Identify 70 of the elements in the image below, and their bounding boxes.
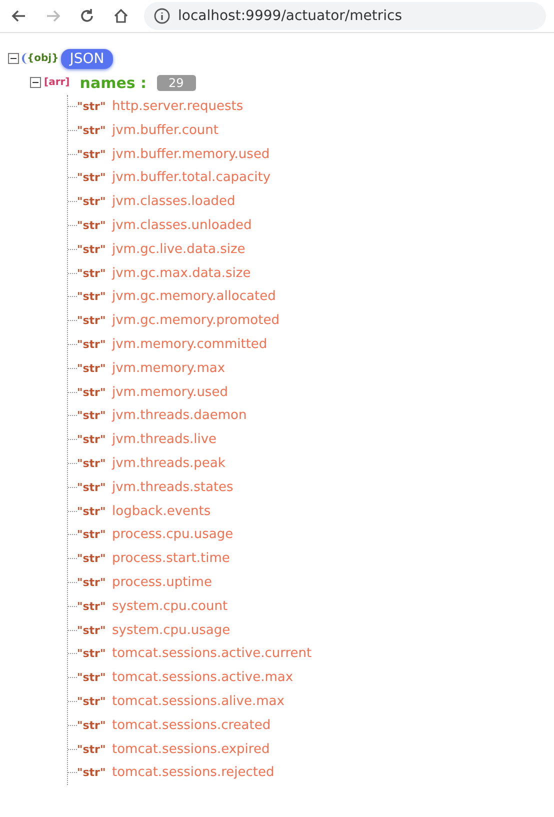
string-value: jvm.threads.peak	[112, 456, 226, 471]
string-type-tag: "str"	[77, 242, 112, 256]
string-value: jvm.threads.live	[112, 432, 217, 448]
string-value: jvm.memory.used	[112, 384, 228, 400]
string-type-tag: "str"	[77, 456, 112, 470]
string-type-tag: "str"	[77, 647, 112, 660]
string-value: tomcat.sessions.rejected	[112, 765, 274, 780]
string-value: system.cpu.usage	[112, 622, 230, 638]
string-value: jvm.gc.live.data.size	[112, 242, 246, 257]
string-value: process.uptime	[112, 574, 212, 590]
string-value: jvm.buffer.count	[112, 122, 219, 138]
string-type-tag: "str"	[77, 671, 112, 684]
string-value: jvm.classes.loaded	[112, 194, 236, 210]
string-value: tomcat.sessions.expired	[112, 742, 270, 756]
string-type-tag: "str"	[77, 218, 112, 232]
string-type-tag: "str"	[77, 100, 112, 113]
info-icon[interactable]	[154, 8, 170, 24]
string-type-tag: "str"	[77, 576, 112, 589]
address-bar[interactable]: localhost:9999/actuator/metrics	[144, 2, 546, 30]
string-value: jvm.gc.memory.allocated	[112, 289, 276, 304]
key-name: names :	[80, 74, 147, 92]
string-type-tag: "str"	[77, 386, 112, 399]
collapse-icon[interactable]	[30, 77, 41, 88]
string-value: tomcat.sessions.active.max	[112, 670, 294, 686]
string-value: jvm.gc.memory.promoted	[112, 313, 280, 328]
string-value: tomcat.sessions.created	[112, 718, 271, 733]
string-type-tag: "str"	[77, 171, 112, 184]
string-value: jvm.threads.states	[112, 480, 234, 495]
string-type-tag: "str"	[77, 528, 112, 542]
home-icon[interactable]	[112, 7, 130, 25]
string-value: tomcat.sessions.alive.max	[112, 694, 284, 709]
reload-icon[interactable]	[78, 7, 96, 25]
string-type-tag: "str"	[77, 148, 112, 161]
string-value: jvm.threads.daemon	[112, 408, 247, 424]
string-type-tag: "str"	[77, 195, 112, 208]
string-type-tag: "str"	[77, 766, 112, 780]
string-value: process.start.time	[112, 551, 230, 566]
string-value: process.cpu.usage	[112, 527, 234, 542]
string-value: jvm.buffer.memory.used	[112, 146, 270, 162]
string-value: logback.events	[112, 504, 211, 519]
string-value: tomcat.sessions.active.current	[112, 646, 312, 662]
string-type-tag: "str"	[77, 338, 112, 351]
string-type-tag: "str"	[77, 552, 112, 566]
collapse-icon[interactable]	[8, 53, 19, 64]
string-type-tag: "str"	[77, 600, 112, 613]
string-value: jvm.gc.max.data.size	[112, 266, 251, 281]
url-text: localhost:9999/actuator/metrics	[178, 8, 402, 24]
string-type-tag: "str"	[77, 504, 112, 518]
string-value: jvm.memory.committed	[112, 336, 268, 352]
string-value: system.cpu.count	[112, 598, 228, 614]
string-type-tag: "str"	[77, 433, 112, 446]
string-type-tag: "str"	[77, 694, 112, 708]
string-type-tag: "str"	[77, 314, 112, 328]
string-value: jvm.classes.unloaded	[112, 218, 252, 233]
object-type-tag: {obj}	[22, 53, 59, 64]
string-type-tag: "str"	[77, 124, 112, 137]
string-type-tag: "str"	[77, 409, 112, 422]
item-count: 29	[156, 74, 196, 91]
string-type-tag: "str"	[77, 742, 112, 756]
string-type-tag: "str"	[77, 624, 112, 637]
string-value: jvm.buffer.total.capacity	[112, 170, 271, 186]
string-type-tag: "str"	[77, 480, 112, 494]
string-type-tag: "str"	[77, 718, 112, 732]
string-value: http.server.requests	[112, 98, 244, 114]
array-type-tag: [arr]	[44, 77, 70, 88]
string-type-tag: "str"	[77, 290, 112, 304]
root-label: JSON	[60, 48, 114, 69]
string-value: jvm.memory.max	[112, 360, 226, 376]
string-type-tag: "str"	[77, 362, 112, 375]
string-type-tag: "str"	[77, 266, 112, 280]
